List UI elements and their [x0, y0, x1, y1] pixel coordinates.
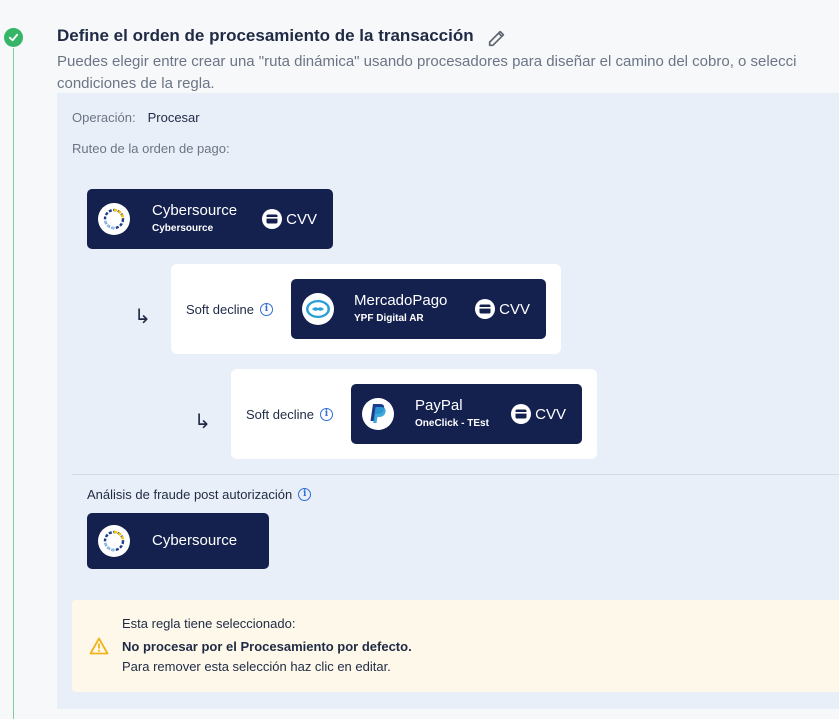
info-icon[interactable]: i [298, 488, 312, 501]
processor-name: Cybersource [152, 202, 238, 219]
notice-line-1: Esta regla tiene seleccionado: [122, 616, 296, 631]
processor-name: PayPal [415, 397, 463, 414]
info-icon[interactable]: i [259, 303, 273, 316]
timeline-line [13, 48, 14, 719]
processor-card-fallback-2[interactable]: PayPal OneClick - TEst CVV [351, 384, 582, 444]
operation-row: Operación: Procesar [72, 110, 200, 125]
processor-card-primary[interactable]: Cybersource Cybersource CVV [87, 189, 333, 249]
processor-card-fallback-1[interactable]: MercadoPago YPF Digital AR CVV [291, 279, 546, 339]
soft-decline-text: Soft decline [186, 302, 254, 317]
operation-label: Operación: [72, 110, 136, 125]
cybersource-logo-icon [98, 525, 130, 557]
description-line-2: condiciones de la regla. [57, 75, 215, 92]
cvv-label: CVV [499, 300, 530, 318]
section-description: Puedes elegir entre crear una "ruta diná… [57, 51, 839, 95]
check-circle-icon [4, 28, 23, 47]
description-line-1: Puedes elegir entre crear una "ruta diná… [57, 53, 797, 70]
divider [72, 474, 839, 475]
routing-label: Ruteo de la orden de pago: [72, 141, 230, 156]
cvv-label: CVV [535, 405, 566, 423]
processor-account: YPF Digital AR [354, 313, 424, 324]
cvv-badge: CVV [262, 209, 317, 229]
credit-card-icon [262, 209, 283, 229]
credit-card-icon [511, 404, 532, 424]
processor-name: MercadoPago [354, 292, 448, 309]
fallback-arrow-icon: ↳ [134, 304, 151, 328]
paypal-logo-icon [362, 398, 394, 430]
cvv-badge: CVV [475, 299, 530, 319]
section-title: Define el orden de procesamiento de la t… [57, 26, 474, 45]
notice-line-2: No procesar por el Procesamiento por def… [122, 639, 412, 654]
processor-account: OneClick - TEst [415, 418, 489, 429]
notice-line-3: Para remover esta selección haz clic en … [122, 659, 391, 674]
rule-notice: Esta regla tiene seleccionado: No proces… [72, 600, 839, 692]
warning-icon [89, 637, 109, 655]
soft-decline-text: Soft decline [246, 407, 314, 422]
cvv-badge: CVV [511, 404, 566, 424]
fraud-analysis-text: Análisis de fraude post autorización [87, 487, 293, 502]
mercadopago-logo-icon [302, 293, 334, 325]
processor-name: Cybersource [152, 532, 238, 549]
soft-decline-label: Soft decline i [186, 302, 273, 317]
info-icon[interactable]: i [319, 408, 333, 421]
soft-decline-label: Soft decline i [246, 407, 333, 422]
fallback-arrow-icon: ↳ [194, 409, 211, 433]
pencil-edit-icon[interactable] [486, 27, 508, 49]
cybersource-logo-icon [98, 203, 130, 235]
credit-card-icon [475, 299, 496, 319]
processor-account: Cybersource [152, 223, 214, 234]
cvv-label: CVV [286, 210, 317, 228]
operation-value: Procesar [147, 110, 200, 125]
processor-card-fraud[interactable]: Cybersource [87, 513, 269, 569]
fraud-analysis-label: Análisis de fraude post autorización i [87, 487, 312, 502]
